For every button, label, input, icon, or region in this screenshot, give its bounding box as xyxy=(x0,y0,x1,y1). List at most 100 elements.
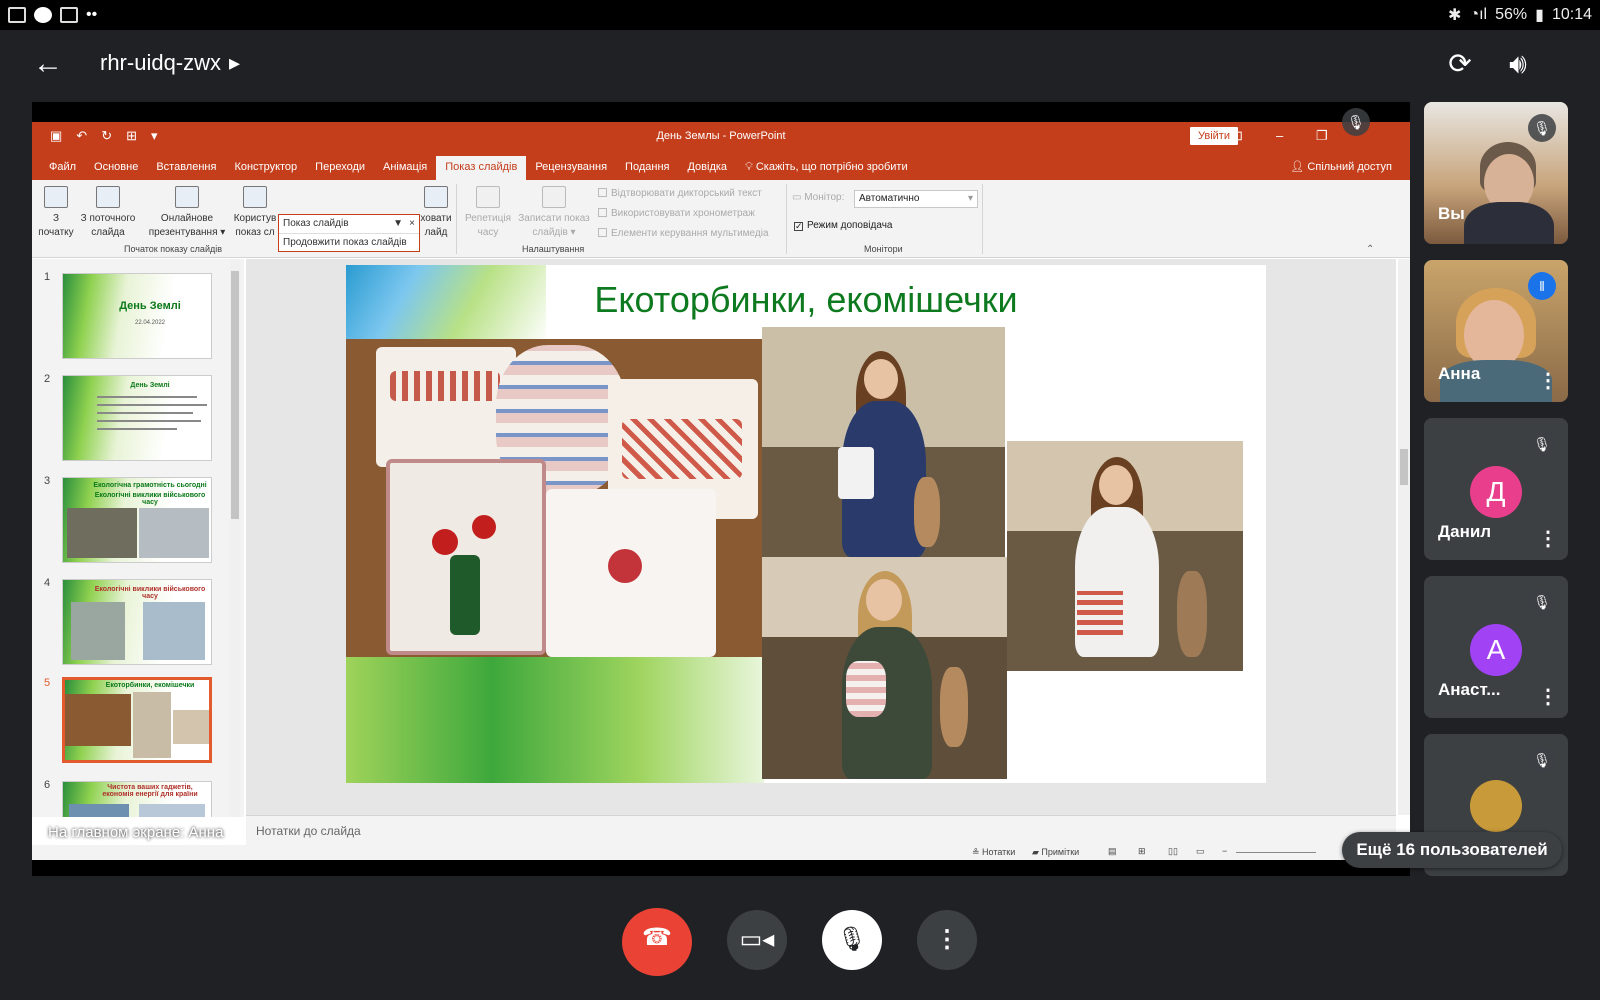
more-options-icon[interactable]: ⋮ xyxy=(1538,371,1558,391)
thumbnail-number: 4 xyxy=(44,577,51,589)
tab-file[interactable]: Файл xyxy=(40,156,85,180)
scrollbar-thumb[interactable] xyxy=(231,271,239,519)
current-slide[interactable]: Екоторбинки, екомішечки xyxy=(346,265,1266,783)
tab-slideshow[interactable]: Показ слайдів xyxy=(436,156,527,180)
more-options-button[interactable]: ⋮ xyxy=(917,910,977,970)
ribbon-display-icon[interactable]: ⊡ xyxy=(1232,128,1243,144)
tab-home[interactable]: Основне xyxy=(85,156,147,180)
back-arrow-icon[interactable]: ← xyxy=(30,46,66,82)
zoom-slider[interactable] xyxy=(1236,852,1316,853)
record-label-1: Записати показ xyxy=(518,213,590,224)
switch-camera-icon[interactable]: ⟳ xyxy=(1442,46,1478,82)
slideshow-view-icon[interactable]: ▭ xyxy=(1196,846,1205,857)
meeting-code-button[interactable]: rhr-uidq-zwx ▸ xyxy=(100,50,240,76)
thumbnail-number-selected: 5 xyxy=(44,677,51,689)
person-icon: 👤︎ xyxy=(1290,161,1308,173)
microphone-toggle-button[interactable]: 🎙︎ xyxy=(822,910,882,970)
sign-in-button[interactable]: Увійти xyxy=(1190,127,1238,145)
rehearse-timings-button[interactable]: Репетиція часу xyxy=(460,186,516,240)
slideshow-quick-popup: Показ слайдів ▼ × Продовжити показ слайдів xyxy=(278,214,420,252)
tab-transitions[interactable]: Переходи xyxy=(306,156,374,180)
ribbon-separator xyxy=(456,184,457,254)
participant-name: Анаст... xyxy=(1438,680,1501,699)
camera-toggle-button[interactable]: ▭◂ xyxy=(727,910,787,970)
more-options-icon[interactable]: ⋮ xyxy=(1538,529,1558,549)
tab-insert[interactable]: Вставлення xyxy=(147,156,225,180)
close-icon[interactable]: × xyxy=(409,215,415,233)
group-monitors: Монітори xyxy=(864,244,903,254)
participant-tile-anna[interactable]: ‖ Анна ⋮ xyxy=(1424,260,1568,402)
thumbnail-slide-3[interactable]: Екологічна грамотність сьогодні Екологіч… xyxy=(62,477,212,563)
share-button[interactable]: 👤︎ Спільний доступ xyxy=(1272,156,1410,180)
tab-animations[interactable]: Анімація xyxy=(374,156,436,180)
speaking-indicator-icon: ‖ xyxy=(1528,272,1556,300)
record-label-2: слайдів ▾ xyxy=(532,227,576,238)
from-current-icon xyxy=(96,186,120,208)
tell-me-search[interactable]: 💡︎ Скажіть, що потрібно зробити xyxy=(736,156,917,180)
notes-icon: ≗ xyxy=(972,847,983,857)
hide-slide-button[interactable]: ховати лайд xyxy=(416,186,456,240)
zoom-out-icon[interactable]: − xyxy=(1222,846,1227,856)
more-options-icon[interactable]: ⋮ xyxy=(1538,687,1558,707)
bag-embroidery xyxy=(390,371,500,401)
speaker-notes-field[interactable]: Нотатки до слайда xyxy=(246,815,1396,845)
thumbnail-slide-4[interactable]: Екологічні виклики військового часу xyxy=(62,579,212,665)
group-start-show: Початок показу слайдів xyxy=(124,244,222,254)
checkbox-icon xyxy=(598,188,607,197)
thumbnail-title: День Землі xyxy=(119,300,181,312)
thumbnail-slide-6[interactable]: Чистота ваших гаджетів, економія енергії… xyxy=(62,781,212,817)
avatar: А xyxy=(1470,624,1522,676)
tab-review[interactable]: Рецензування xyxy=(526,156,616,180)
slide-sorter-icon[interactable]: ⊞ xyxy=(1138,846,1146,857)
bag-embroidery xyxy=(622,419,742,479)
thumbnail-photo xyxy=(139,508,209,558)
normal-view-icon[interactable]: ▤ xyxy=(1108,846,1117,857)
thumbnail-slide-5-selected[interactable]: Екоторбинки, екомішечки xyxy=(62,677,212,763)
thumbnail-photo xyxy=(69,804,129,817)
thumbnail-number: 2 xyxy=(44,373,51,385)
thumbnail-title: Екоторбинки, екомішечки xyxy=(105,682,195,689)
mic-off-icon: 🎙︎ xyxy=(1528,588,1556,616)
thumbnail-scrollbar[interactable] xyxy=(230,259,240,817)
text-line xyxy=(97,412,193,414)
reading-view-icon[interactable]: ▯▯ xyxy=(1168,846,1178,857)
minimize-icon[interactable]: – xyxy=(1276,128,1283,143)
present-online-button[interactable]: Онлайнове презентування ▾ xyxy=(146,186,228,240)
scrollbar-thumb[interactable] xyxy=(1400,449,1408,485)
dropdown-arrow-icon[interactable]: ▼ xyxy=(393,215,403,233)
collapse-ribbon-icon[interactable]: ⌃ xyxy=(1366,244,1374,255)
timings-checkbox[interactable]: Використовувати хронометраж xyxy=(598,208,755,219)
notes-toggle[interactable]: ≗ Нотатки xyxy=(972,847,1015,858)
tab-view[interactable]: Подання xyxy=(616,156,678,180)
comment-icon: ▰ xyxy=(1032,847,1042,857)
gallery-notification-icon xyxy=(8,7,26,23)
participant-tile-self[interactable]: 🎙︎ Вы xyxy=(1424,102,1568,244)
participant-tile-anastasia[interactable]: 🎙︎ А Анаст... ⋮ xyxy=(1424,576,1568,718)
narration-checkbox[interactable]: Відтворювати дикторський текст xyxy=(598,188,762,199)
restore-icon[interactable]: ❐ xyxy=(1316,128,1328,144)
shirt xyxy=(1464,202,1554,244)
custom-show-button[interactable]: Користув показ сл xyxy=(230,186,280,240)
participant-name: Анна xyxy=(1438,364,1481,383)
resume-slideshow-option[interactable]: Продовжити показ слайдів xyxy=(279,233,419,251)
slide-scrollbar[interactable] xyxy=(1398,259,1410,815)
tab-design[interactable]: Конструктор xyxy=(225,156,306,180)
more-participants-button[interactable]: Ещё 16 пользователей xyxy=(1342,832,1562,868)
poppy-flower xyxy=(472,515,496,539)
thumbnail-number: 3 xyxy=(44,475,51,487)
speaker-icon[interactable]: 🔊︎ xyxy=(1500,46,1536,82)
checkbox-icon xyxy=(598,228,607,237)
record-slideshow-button[interactable]: Записати показ слайдів ▾ xyxy=(516,186,592,240)
media-controls-checkbox[interactable]: Елементи керування мультимедіа xyxy=(598,228,769,239)
thumbnail-slide-1[interactable]: День Землі 22.04.2022 xyxy=(62,273,212,359)
from-beginning-button[interactable]: З початку xyxy=(38,186,74,240)
ribbon-tabs: Файл Основне Вставлення Конструктор Пере… xyxy=(32,150,1410,180)
presenter-view-checkbox[interactable]: ✓ Режим доповідача xyxy=(794,220,892,231)
end-call-button[interactable]: ☎︎ xyxy=(622,908,692,976)
from-current-button[interactable]: З поточного слайда xyxy=(76,186,140,240)
comments-toggle[interactable]: ▰ Примітки xyxy=(1032,847,1079,858)
participant-tile-danyl[interactable]: 🎙︎ Д Данил ⋮ xyxy=(1424,418,1568,560)
thumbnail-slide-2[interactable]: День Землі xyxy=(62,375,212,461)
tab-help[interactable]: Довідка xyxy=(678,156,736,180)
monitor-select[interactable]: Автоматично ▾ xyxy=(854,190,978,208)
